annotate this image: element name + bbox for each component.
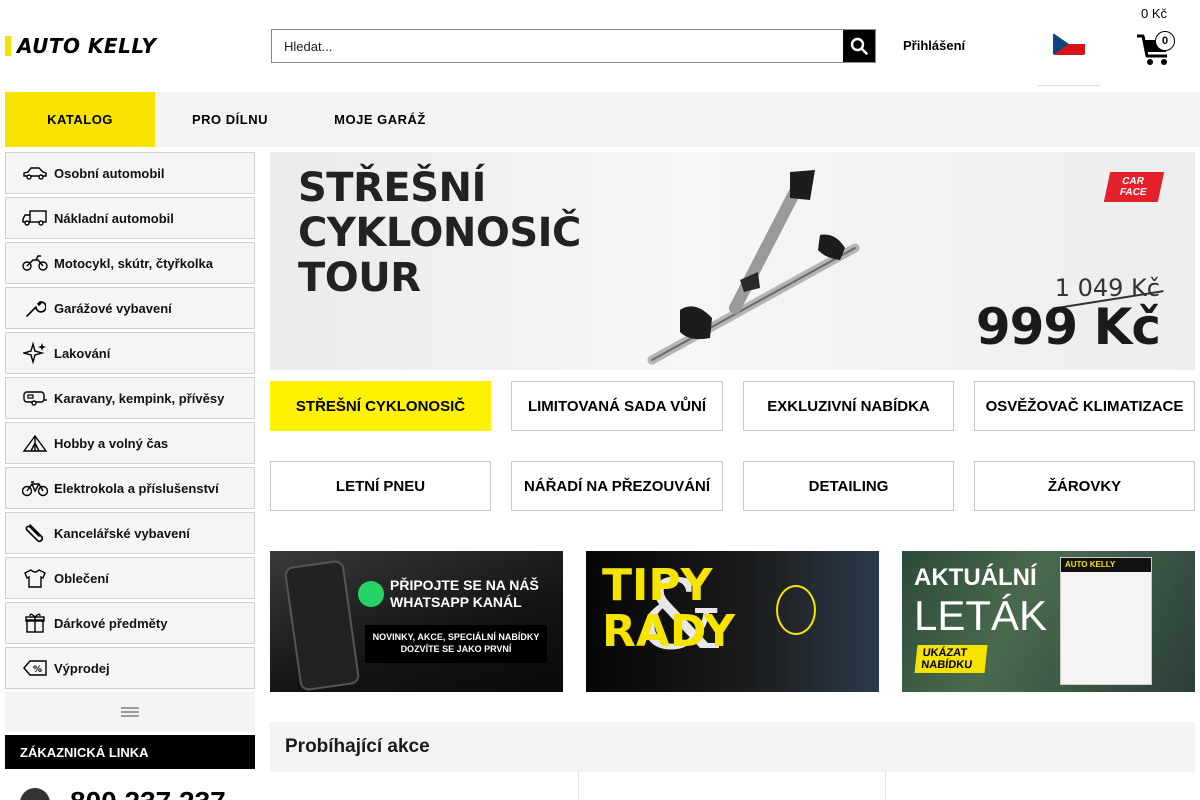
grid-divider — [885, 772, 886, 800]
sidebar-item-osobni-automobil[interactable]: Osobní automobil — [5, 152, 255, 194]
whatsapp-banner-title: PŘIPOJTE SE NA NÁŠ WHATSAPP KANÁL — [390, 577, 539, 610]
whatsapp-icon — [358, 581, 384, 607]
sidebar-item-label: Nákladní automobil — [54, 210, 174, 226]
motorcycle-icon — [22, 252, 48, 274]
phone-image — [283, 559, 361, 692]
sidebar-item-kancelarske-vybaveni[interactable]: Kancelářské vybavení — [5, 512, 255, 554]
tips-banner[interactable]: & TIPY RADY — [586, 551, 879, 692]
cart-count-badge: 0 — [1155, 31, 1175, 51]
sidebar-item-garazove-vybaveni[interactable]: Garážové vybavení — [5, 287, 255, 329]
gift-icon — [22, 612, 48, 634]
tab-moje-garaz[interactable]: MOJE GARÁŽ — [305, 92, 455, 147]
section-title-probihajici-akce: Probíhající akce — [270, 722, 1195, 772]
site-logo[interactable]: AUTO KELLY — [5, 33, 177, 59]
menu-icon — [121, 707, 139, 717]
promo-button-detailing[interactable]: DETAILING — [743, 461, 954, 511]
hero-new-price: 999 Kč — [975, 298, 1161, 356]
svg-text:%: % — [33, 665, 42, 675]
leaflet-preview: AUTO KELLY — [1060, 557, 1152, 685]
sidebar-more-button[interactable] — [5, 692, 255, 732]
tshirt-icon — [22, 567, 48, 589]
sidebar-item-obleceni[interactable]: Oblečení — [5, 557, 255, 599]
sidebar-item-darkove-predmety[interactable]: Dárkové předměty — [5, 602, 255, 644]
sidebar-item-label: Výprodej — [54, 660, 110, 676]
sidebar-item-label: Hobby a volný čas — [54, 435, 169, 451]
main-nav: KATALOG PRO DÍLNU MOJE GARÁŽ — [5, 92, 1200, 147]
wrench-icon — [22, 297, 48, 319]
leaflet-banner-title-2: LETÁK — [914, 592, 1048, 639]
promo-button-exkluzivni-nabidka[interactable]: EXKLUZIVNÍ NABÍDKA — [743, 381, 954, 431]
hero-title-line: STŘEŠNÍ — [298, 165, 486, 211]
promo-button-zarovky[interactable]: ŽÁROVKY — [974, 461, 1195, 511]
hero-title-line: CYKLONOSIČ — [298, 210, 581, 256]
sidebar-item-label: Osobní automobil — [54, 165, 165, 181]
akce-grid — [270, 772, 1195, 800]
tab-pro-dilnu[interactable]: PRO DÍLNU — [155, 92, 305, 147]
sidebar-item-vyprodej[interactable]: % Výprodej — [5, 647, 255, 689]
sidebar-item-label: Karavany, kempink, přívěsy — [54, 390, 225, 406]
promo-button-osvezovac-klimatizace[interactable]: OSVĚŽOVAČ KLIMATIZACE — [974, 381, 1195, 431]
promo-button-stresni-cyklonosic[interactable]: STŘEŠNÍ CYKLONOSIČ — [270, 381, 491, 431]
tent-icon — [22, 432, 48, 454]
promo-button-limitovana-sada-vuni[interactable]: LIMITOVANÁ SADA VŮNÍ — [511, 381, 723, 431]
hero-title-line: TOUR — [298, 255, 421, 301]
czech-flag-icon[interactable] — [1053, 33, 1085, 55]
tips-banner-title: TIPY RADY — [602, 560, 736, 657]
search-button[interactable] — [843, 30, 875, 62]
car-face-badge: CAR FACE — [1103, 172, 1165, 202]
whatsapp-banner[interactable]: PŘIPOJTE SE NA NÁŠ WHATSAPP KANÁL NOVINK… — [270, 551, 563, 692]
logo-text: AUTO KELLY — [17, 34, 157, 58]
search-bar — [271, 29, 876, 63]
paperclip-icon — [22, 522, 48, 544]
login-link[interactable]: Přihlášení — [903, 38, 965, 53]
bike-carrier-image — [647, 170, 860, 365]
sidebar-item-label: Motocykl, skútr, čtyřkolka — [54, 255, 213, 271]
hero-banner[interactable]: STŘEŠNÍ CYKLONOSIČ TOUR CAR FACE 1 049 K… — [270, 152, 1195, 370]
category-sidebar: Osobní automobil Nákladní automobil Moto… — [5, 152, 255, 692]
cart-total[interactable]: 0 Kč — [1141, 6, 1167, 21]
truck-icon — [22, 207, 48, 229]
show-offer-button[interactable]: UKÁZAT NABÍDKU — [914, 645, 988, 673]
logo-bar — [5, 36, 11, 56]
hotline-header: ZÁKAZNICKÁ LINKA — [5, 735, 255, 769]
leaflet-banner-title-1: AKTUÁLNÍ — [914, 564, 1037, 591]
sidebar-item-motocykl[interactable]: Motocykl, skútr, čtyřkolka — [5, 242, 255, 284]
grid-divider — [578, 772, 579, 800]
caravan-icon — [22, 387, 48, 409]
operator-avatar — [20, 788, 50, 800]
lightbulb-icon — [776, 585, 816, 635]
sidebar-item-karavany[interactable]: Karavany, kempink, přívěsy — [5, 377, 255, 419]
sidebar-item-label: Kancelářské vybavení — [54, 525, 190, 541]
promo-button-naradi-na-prezouvani[interactable]: NÁŘADÍ NA PŘEZOUVÁNÍ — [511, 461, 723, 511]
sparkle-icon — [22, 341, 48, 365]
sidebar-item-nakladni-automobil[interactable]: Nákladní automobil — [5, 197, 255, 239]
leaflet-brand: AUTO KELLY — [1061, 558, 1151, 572]
sidebar-item-label: Oblečení — [54, 570, 109, 586]
leaflet-banner[interactable]: AKTUÁLNÍ LETÁK UKÁZAT NABÍDKU AUTO KELLY — [902, 551, 1195, 692]
promo-button-letni-pneu[interactable]: LETNÍ PNEU — [270, 461, 491, 511]
sidebar-item-label: Garážové vybavení — [54, 300, 172, 316]
bicycle-icon — [22, 477, 48, 499]
car-icon — [22, 162, 48, 184]
search-icon — [850, 37, 868, 55]
sidebar-item-label: Elektrokola a příslušenství — [54, 480, 219, 496]
discount-tag-icon: % — [22, 657, 48, 679]
hotline-phone-row: 800 237 237 — [5, 778, 255, 800]
whatsapp-banner-subtitle: NOVINKY, AKCE, SPECIÁLNÍ NABÍDKY DOZVÍTE… — [365, 625, 547, 663]
sidebar-item-lakovani[interactable]: Lakování — [5, 332, 255, 374]
sidebar-item-elektrokola[interactable]: Elektrokola a příslušenství — [5, 467, 255, 509]
flag-underline — [1038, 85, 1100, 86]
sidebar-item-label: Lakování — [54, 345, 111, 361]
sidebar-item-hobby[interactable]: Hobby a volný čas — [5, 422, 255, 464]
hero-title: STŘEŠNÍ CYKLONOSIČ TOUR — [298, 166, 581, 301]
search-input[interactable] — [272, 30, 843, 62]
sidebar-item-label: Dárkové předměty — [54, 615, 168, 631]
hotline-phone-number[interactable]: 800 237 237 — [70, 786, 226, 800]
tab-katalog[interactable]: KATALOG — [5, 92, 155, 147]
